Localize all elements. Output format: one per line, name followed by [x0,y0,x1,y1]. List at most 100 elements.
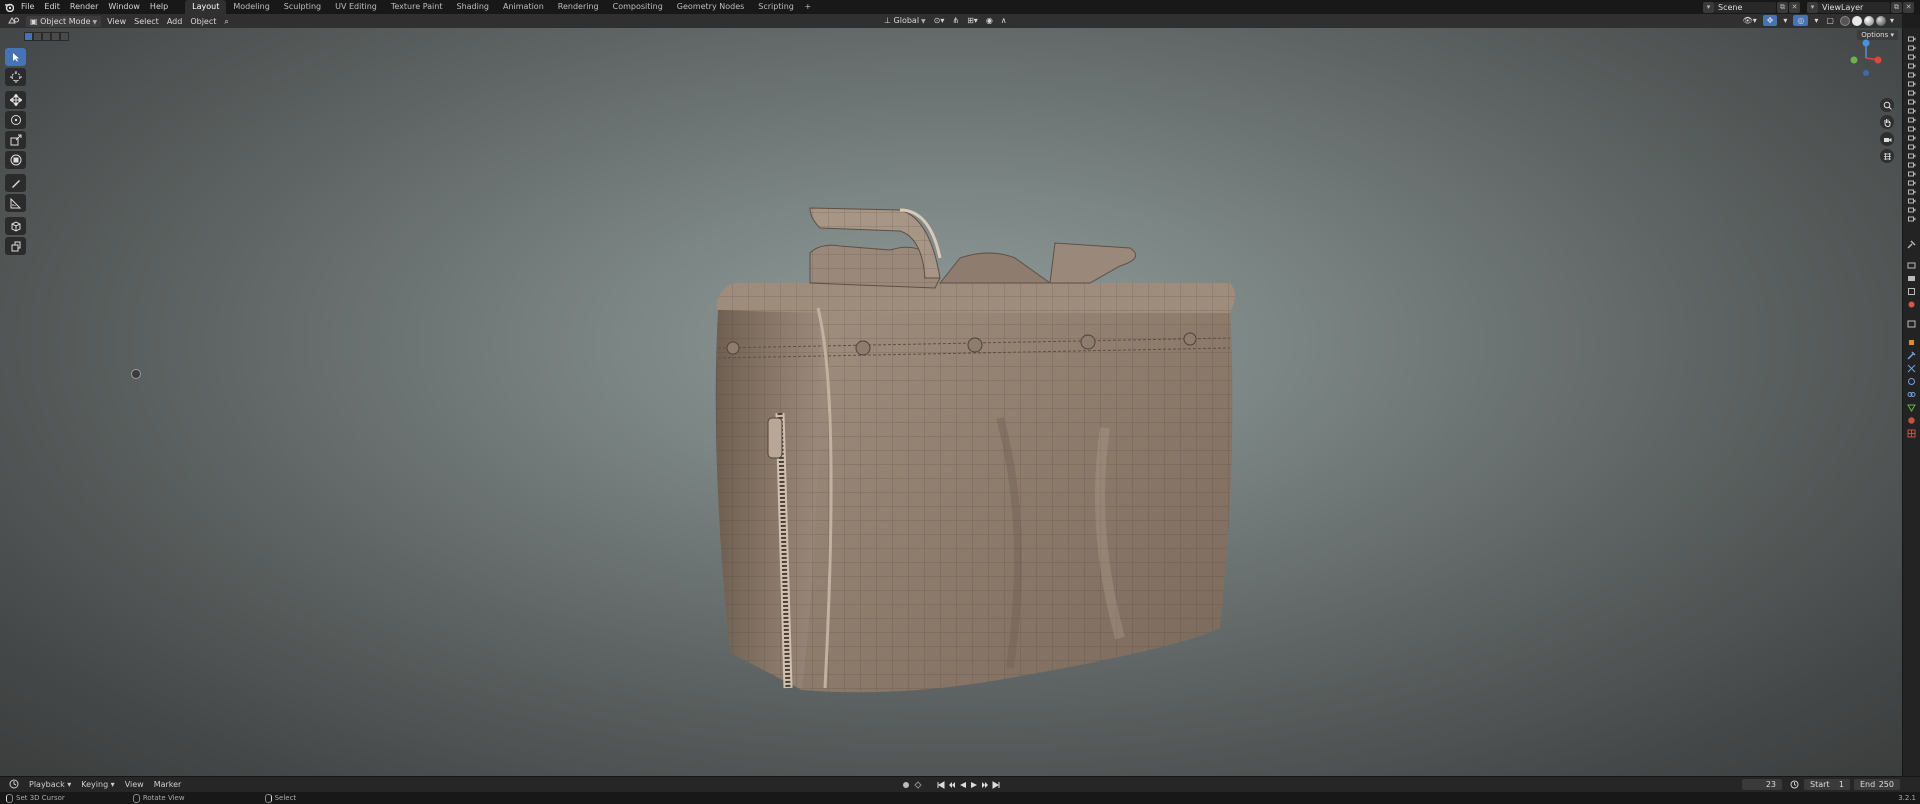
overlay-toggle-icon[interactable]: ◎ [1793,15,1809,26]
object-properties-icon[interactable] [1906,336,1918,348]
menu-window[interactable]: Window [103,0,145,14]
menu-object[interactable]: Object [186,16,220,27]
gizmo-dropdown-icon[interactable]: ▾ [1779,15,1791,26]
render-visibility-icon[interactable] [1906,179,1918,187]
view-layer-browse-icon[interactable]: ▾ [1807,1,1818,13]
tab-uv-editing[interactable]: UV Editing [328,0,384,14]
cursor-icon[interactable] [5,68,26,86]
scene-copy-icon[interactable]: ⧉ [1777,1,1788,13]
xray-toggle-icon[interactable]: ▢ [1822,15,1838,26]
tab-shading[interactable]: Shading [449,0,496,14]
tool-properties-icon[interactable] [1906,238,1918,250]
keying-set-icon[interactable] [912,780,926,789]
solid-shading-icon[interactable] [1851,15,1862,26]
render-visibility-icon[interactable] [1906,116,1918,124]
render-visibility-icon[interactable] [1906,107,1918,115]
mode-dropdown[interactable]: ▣ Object Mode ▼ [26,15,102,27]
transform-orientation-dropdown[interactable]: ⊥ Global ▼ [880,15,930,26]
tab-sculpting[interactable]: Sculpting [277,0,328,14]
add-cube-icon[interactable] [5,217,26,235]
snap-target-icon[interactable]: ⊞▾ [963,15,982,26]
menu-add[interactable]: Add [163,16,187,27]
3d-viewport[interactable]: Options ▾ [0,28,1902,776]
render-visibility-icon[interactable] [1906,53,1918,61]
tab-compositing[interactable]: Compositing [606,0,670,14]
jump-start-icon[interactable] [936,780,945,789]
prev-keyframe-icon[interactable] [947,780,956,789]
snap-icon[interactable]: ⋔ [948,15,963,26]
annotate-icon[interactable] [5,174,26,192]
render-visibility-icon[interactable] [1906,35,1918,43]
play-reverse-icon[interactable] [958,780,967,789]
menu-render[interactable]: Render [65,0,103,14]
render-visibility-icon[interactable] [1906,161,1918,169]
select-set-icon[interactable] [24,32,33,41]
menu-view[interactable]: View [103,16,130,27]
particles-properties-icon[interactable] [1906,362,1918,374]
render-visibility-icon[interactable] [1906,71,1918,79]
proportional-editing-icon[interactable]: ◉ [982,15,997,26]
view-layer-delete-icon[interactable]: ✕ [1903,1,1914,13]
constraints-properties-icon[interactable] [1906,388,1918,400]
shading-dropdown-icon[interactable]: ▾ [1886,15,1898,26]
output-properties-icon[interactable] [1906,272,1918,284]
menu-help[interactable]: Help [145,0,173,14]
pan-hand-icon[interactable] [1880,115,1894,129]
navigation-gizmo[interactable] [1848,38,1884,78]
select-box-icon[interactable] [5,48,26,66]
preview-range-icon[interactable] [1790,780,1799,789]
render-properties-icon[interactable] [1906,259,1918,271]
view-layer-properties-icon[interactable] [1906,285,1918,297]
end-frame-field[interactable]: End 250 [1854,779,1900,790]
tab-animation[interactable]: Animation [496,0,551,14]
render-visibility-icon[interactable] [1906,206,1918,214]
render-visibility-icon[interactable] [1906,125,1918,133]
scale-icon[interactable] [5,131,26,149]
next-keyframe-icon[interactable] [980,780,989,789]
render-visibility-icon[interactable] [1906,98,1918,106]
menu-file[interactable]: File [16,0,39,14]
select-intersect-icon[interactable] [60,32,69,41]
render-visibility-icon[interactable] [1906,44,1918,52]
scene-name-field[interactable]: Scene [1714,1,1776,13]
timeline-editor-icon[interactable] [4,779,24,791]
modifier-properties-icon[interactable] [1906,349,1918,361]
render-visibility-icon[interactable] [1906,62,1918,70]
start-frame-field[interactable]: Start 1 [1804,779,1850,790]
render-visibility-icon[interactable] [1906,134,1918,142]
tab-geometry-nodes[interactable]: Geometry Nodes [670,0,751,14]
view-layer-copy-icon[interactable]: ⧉ [1891,1,1902,13]
material-preview-icon[interactable] [1863,15,1874,26]
extrude-icon[interactable] [5,237,26,255]
scene-properties-icon[interactable] [1906,298,1918,310]
tab-scripting[interactable]: Scripting [751,0,801,14]
select-extend-icon[interactable] [33,32,42,41]
tab-layout[interactable]: Layout [185,0,227,14]
render-visibility-icon[interactable] [1906,89,1918,97]
scene-browse-icon[interactable]: ▾ [1703,1,1714,13]
light-object-icon[interactable] [131,369,141,379]
gesture-icon[interactable]: ⌕ [220,16,232,27]
blender-logo-icon[interactable] [2,0,16,14]
physics-properties-icon[interactable] [1906,375,1918,387]
auto-keying-icon[interactable] [901,780,910,789]
render-visibility-icon[interactable] [1906,80,1918,88]
data-properties-icon[interactable] [1906,401,1918,413]
scene-delete-icon[interactable]: ✕ [1789,1,1800,13]
material-properties-icon[interactable] [1906,414,1918,426]
menu-marker[interactable]: Marker [149,780,187,789]
menu-edit[interactable]: Edit [39,0,65,14]
texture-properties-icon[interactable] [1906,427,1918,439]
measure-icon[interactable] [5,194,26,212]
perspective-grid-icon[interactable] [1880,149,1894,163]
menu-keying[interactable]: Keying ▾ [76,780,119,789]
falloff-icon[interactable]: ∧ [997,15,1011,26]
select-difference-icon[interactable] [51,32,60,41]
menu-timeline-view[interactable]: View [120,780,149,789]
tab-texture-paint[interactable]: Texture Paint [384,0,450,14]
render-visibility-icon[interactable] [1906,188,1918,196]
select-subtract-icon[interactable] [42,32,51,41]
render-visibility-icon[interactable] [1906,215,1918,223]
render-visibility-icon[interactable] [1906,170,1918,178]
rendered-shading-icon[interactable] [1875,15,1886,26]
